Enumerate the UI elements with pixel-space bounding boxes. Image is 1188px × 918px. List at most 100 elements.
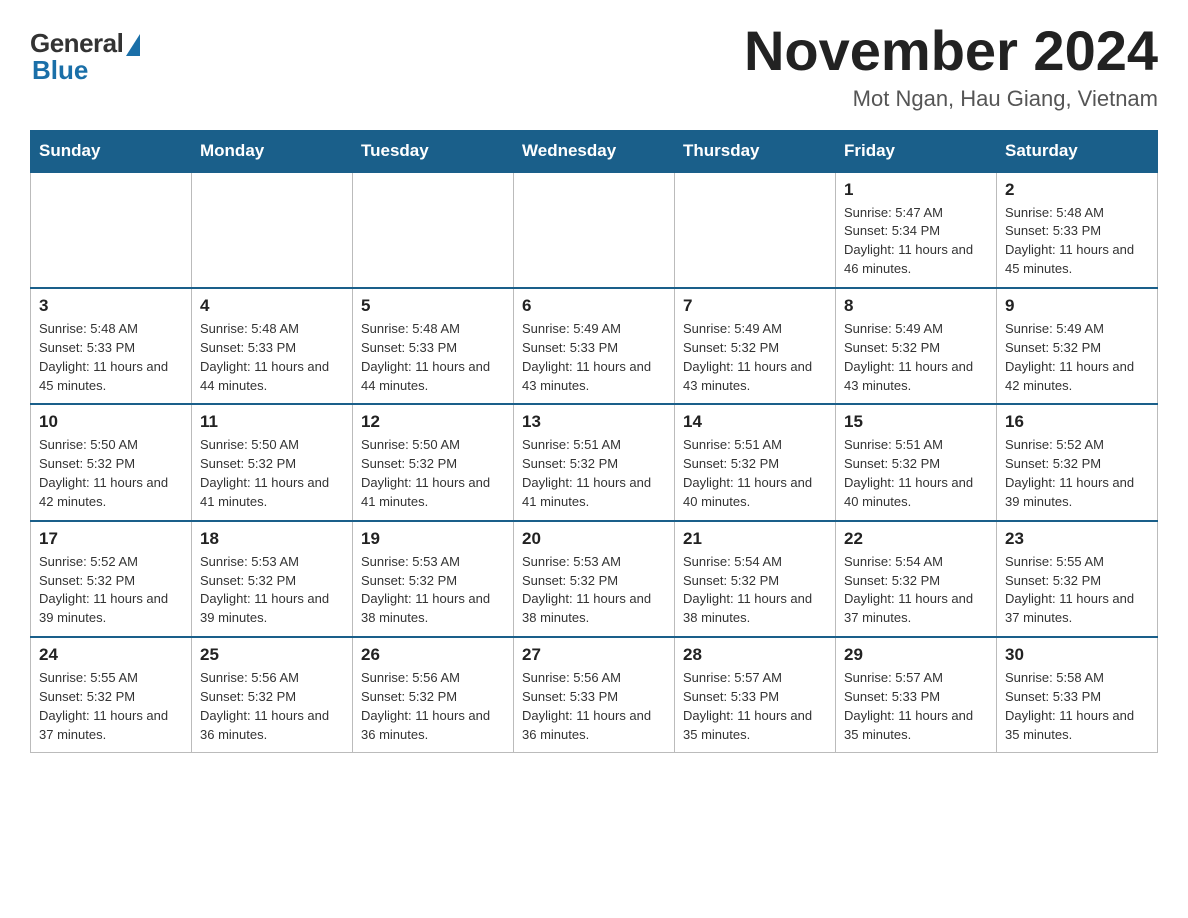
day-info: Sunrise: 5:49 AMSunset: 5:33 PMDaylight:…: [522, 320, 666, 395]
calendar-week-1: 1 Sunrise: 5:47 AMSunset: 5:34 PMDaylight…: [31, 172, 1158, 288]
weekday-header-sunday: Sunday: [31, 130, 192, 172]
calendar-day-cell: 1 Sunrise: 5:47 AMSunset: 5:34 PMDaylight…: [836, 172, 997, 288]
day-number: 13: [522, 412, 666, 432]
day-info: Sunrise: 5:57 AMSunset: 5:33 PMDaylight:…: [844, 669, 988, 744]
day-info: Sunrise: 5:48 AMSunset: 5:33 PMDaylight:…: [39, 320, 183, 395]
calendar-day-cell: 7Sunrise: 5:49 AMSunset: 5:32 PMDaylight…: [675, 288, 836, 404]
calendar-day-cell: 16 Sunrise: 5:52 AMSunset: 5:32 PMDayligh…: [997, 404, 1158, 520]
day-number: 21: [683, 529, 827, 549]
weekday-header-friday: Friday: [836, 130, 997, 172]
weekday-header-thursday: Thursday: [675, 130, 836, 172]
day-info: Sunrise: 5:54 AMSunset: 5:32 PMDaylight:…: [844, 553, 988, 628]
day-info: Sunrise: 5:55 AMSunset: 5:32 PMDaylight:…: [39, 669, 183, 744]
weekday-header-row: SundayMondayTuesdayWednesdayThursdayFrid…: [31, 130, 1158, 172]
day-info: Sunrise: 5:56 AMSunset: 5:32 PMDaylight:…: [361, 669, 505, 744]
calendar-day-cell: 25 Sunrise: 5:56 AMSunset: 5:32 PMDayligh…: [192, 637, 353, 753]
day-info: Sunrise: 5:56 AMSunset: 5:32 PMDaylight:…: [200, 669, 344, 744]
calendar-week-3: 10 Sunrise: 5:50 AMSunset: 5:32 PMDayligh…: [31, 404, 1158, 520]
day-number: 11: [200, 412, 344, 432]
day-info: Sunrise: 5:50 AMSunset: 5:32 PMDaylight:…: [361, 436, 505, 511]
calendar-day-cell: 20Sunrise: 5:53 AMSunset: 5:32 PMDayligh…: [514, 521, 675, 637]
logo-blue-text: Blue: [32, 55, 88, 86]
day-info: Sunrise: 5:55 AMSunset: 5:32 PMDaylight:…: [1005, 553, 1149, 628]
day-info: Sunrise: 5:47 AMSunset: 5:34 PMDaylight:…: [844, 204, 988, 279]
day-number: 14: [683, 412, 827, 432]
weekday-header-saturday: Saturday: [997, 130, 1158, 172]
day-number: 22: [844, 529, 988, 549]
day-info: Sunrise: 5:49 AMSunset: 5:32 PMDaylight:…: [844, 320, 988, 395]
calendar-week-5: 24 Sunrise: 5:55 AMSunset: 5:32 PMDayligh…: [31, 637, 1158, 753]
day-number: 17: [39, 529, 183, 549]
calendar-day-cell: 23Sunrise: 5:55 AMSunset: 5:32 PMDayligh…: [997, 521, 1158, 637]
month-title: November 2024: [744, 20, 1158, 82]
calendar-day-cell: 24 Sunrise: 5:55 AMSunset: 5:32 PMDayligh…: [31, 637, 192, 753]
calendar-day-cell: [31, 172, 192, 288]
day-number: 1: [844, 180, 988, 200]
day-info: Sunrise: 5:48 AMSunset: 5:33 PMDaylight:…: [200, 320, 344, 395]
logo: General Blue: [30, 28, 140, 86]
day-info: Sunrise: 5:48 AMSunset: 5:33 PMDaylight:…: [361, 320, 505, 395]
day-info: Sunrise: 5:53 AMSunset: 5:32 PMDaylight:…: [361, 553, 505, 628]
day-number: 19: [361, 529, 505, 549]
calendar-day-cell: 12 Sunrise: 5:50 AMSunset: 5:32 PMDayligh…: [353, 404, 514, 520]
day-number: 30: [1005, 645, 1149, 665]
day-info: Sunrise: 5:56 AMSunset: 5:33 PMDaylight:…: [522, 669, 666, 744]
calendar-week-4: 17 Sunrise: 5:52 AMSunset: 5:32 PMDayligh…: [31, 521, 1158, 637]
day-info: Sunrise: 5:50 AMSunset: 5:32 PMDaylight:…: [39, 436, 183, 511]
calendar-day-cell: [353, 172, 514, 288]
day-info: Sunrise: 5:54 AMSunset: 5:32 PMDaylight:…: [683, 553, 827, 628]
day-number: 4: [200, 296, 344, 316]
calendar-day-cell: 14 Sunrise: 5:51 AMSunset: 5:32 PMDayligh…: [675, 404, 836, 520]
calendar-table: SundayMondayTuesdayWednesdayThursdayFrid…: [30, 130, 1158, 754]
day-number: 18: [200, 529, 344, 549]
day-number: 25: [200, 645, 344, 665]
day-info: Sunrise: 5:51 AMSunset: 5:32 PMDaylight:…: [844, 436, 988, 511]
day-number: 9: [1005, 296, 1149, 316]
calendar-day-cell: 10 Sunrise: 5:50 AMSunset: 5:32 PMDayligh…: [31, 404, 192, 520]
calendar-day-cell: [192, 172, 353, 288]
calendar-day-cell: 2Sunrise: 5:48 AMSunset: 5:33 PMDaylight…: [997, 172, 1158, 288]
calendar-day-cell: 26 Sunrise: 5:56 AMSunset: 5:32 PMDayligh…: [353, 637, 514, 753]
day-number: 29: [844, 645, 988, 665]
day-number: 28: [683, 645, 827, 665]
calendar-day-cell: 17 Sunrise: 5:52 AMSunset: 5:32 PMDayligh…: [31, 521, 192, 637]
day-info: Sunrise: 5:52 AMSunset: 5:32 PMDaylight:…: [1005, 436, 1149, 511]
day-number: 26: [361, 645, 505, 665]
weekday-header-wednesday: Wednesday: [514, 130, 675, 172]
calendar-day-cell: 3 Sunrise: 5:48 AMSunset: 5:33 PMDaylight…: [31, 288, 192, 404]
day-number: 15: [844, 412, 988, 432]
calendar-day-cell: 28 Sunrise: 5:57 AMSunset: 5:33 PMDayligh…: [675, 637, 836, 753]
day-number: 16: [1005, 412, 1149, 432]
day-info: Sunrise: 5:52 AMSunset: 5:32 PMDaylight:…: [39, 553, 183, 628]
day-number: 24: [39, 645, 183, 665]
calendar-day-cell: 29 Sunrise: 5:57 AMSunset: 5:33 PMDayligh…: [836, 637, 997, 753]
day-info: Sunrise: 5:51 AMSunset: 5:32 PMDaylight:…: [683, 436, 827, 511]
calendar-day-cell: 19 Sunrise: 5:53 AMSunset: 5:32 PMDayligh…: [353, 521, 514, 637]
day-number: 3: [39, 296, 183, 316]
calendar-day-cell: [514, 172, 675, 288]
calendar-day-cell: 11Sunrise: 5:50 AMSunset: 5:32 PMDayligh…: [192, 404, 353, 520]
title-block: November 2024 Mot Ngan, Hau Giang, Vietn…: [744, 20, 1158, 112]
day-number: 6: [522, 296, 666, 316]
calendar-day-cell: 30Sunrise: 5:58 AMSunset: 5:33 PMDayligh…: [997, 637, 1158, 753]
weekday-header-tuesday: Tuesday: [353, 130, 514, 172]
calendar-day-cell: 8 Sunrise: 5:49 AMSunset: 5:32 PMDaylight…: [836, 288, 997, 404]
logo-triangle-icon: [126, 34, 140, 56]
day-info: Sunrise: 5:53 AMSunset: 5:32 PMDaylight:…: [200, 553, 344, 628]
day-info: Sunrise: 5:51 AMSunset: 5:32 PMDaylight:…: [522, 436, 666, 511]
calendar-day-cell: 6 Sunrise: 5:49 AMSunset: 5:33 PMDaylight…: [514, 288, 675, 404]
location-text: Mot Ngan, Hau Giang, Vietnam: [744, 86, 1158, 112]
day-info: Sunrise: 5:53 AMSunset: 5:32 PMDaylight:…: [522, 553, 666, 628]
day-info: Sunrise: 5:57 AMSunset: 5:33 PMDaylight:…: [683, 669, 827, 744]
calendar-day-cell: 4 Sunrise: 5:48 AMSunset: 5:33 PMDaylight…: [192, 288, 353, 404]
calendar-header: SundayMondayTuesdayWednesdayThursdayFrid…: [31, 130, 1158, 172]
day-number: 12: [361, 412, 505, 432]
day-number: 8: [844, 296, 988, 316]
day-number: 2: [1005, 180, 1149, 200]
calendar-day-cell: 22 Sunrise: 5:54 AMSunset: 5:32 PMDayligh…: [836, 521, 997, 637]
day-number: 10: [39, 412, 183, 432]
calendar-day-cell: [675, 172, 836, 288]
day-info: Sunrise: 5:49 AMSunset: 5:32 PMDaylight:…: [683, 320, 827, 395]
calendar-day-cell: 13 Sunrise: 5:51 AMSunset: 5:32 PMDayligh…: [514, 404, 675, 520]
calendar-day-cell: 15 Sunrise: 5:51 AMSunset: 5:32 PMDayligh…: [836, 404, 997, 520]
